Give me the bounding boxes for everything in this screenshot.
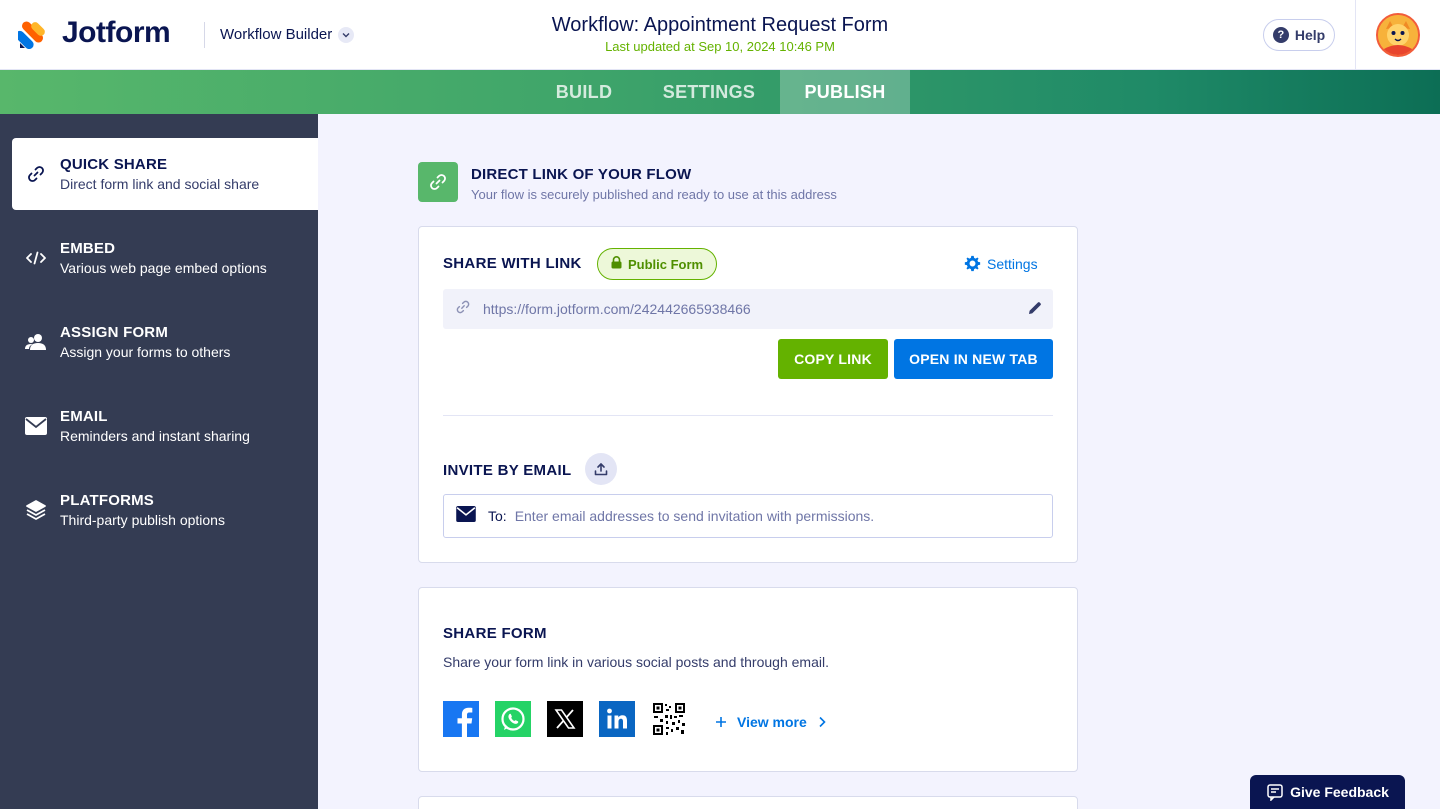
header-divider-right [1355,0,1356,70]
layers-icon [24,498,48,522]
users-icon [24,330,48,354]
upload-icon[interactable] [585,453,617,485]
linkedin-icon[interactable] [599,701,635,737]
give-feedback-label: Give Feedback [1290,784,1389,800]
view-more-button[interactable]: View more [715,714,827,730]
last-updated-text: Last updated at Sep 10, 2024 10:46 PM [605,39,835,54]
link-icon [24,162,48,186]
invite-by-email-label: INVITE BY EMAIL [443,462,572,479]
facebook-icon[interactable] [443,701,479,737]
link-badge-icon [418,162,458,202]
public-form-badge[interactable]: Public Form [597,248,718,280]
x-icon[interactable] [547,701,583,737]
avatar[interactable] [1376,13,1420,57]
give-feedback-button[interactable]: Give Feedback [1250,775,1405,809]
share-with-link-label: SHARE WITH LINK [443,255,582,272]
sidebar-item-desc: Reminders and instant sharing [60,428,250,444]
form-url-field[interactable]: https://form.jotform.com/242442665938466 [443,289,1053,329]
email-input[interactable] [514,508,1015,524]
invite-email-field[interactable]: To: [443,494,1053,538]
main-tab-bar: BUILD SETTINGS PUBLISH [0,70,1440,114]
sidebar-item-embed[interactable]: EMBED Various web page embed options [12,222,318,294]
sidebar-item-quick-share[interactable]: QUICK SHARE Direct form link and social … [12,138,318,210]
feedback-icon [1267,784,1283,801]
pencil-icon[interactable] [1027,300,1043,321]
form-url-text: https://form.jotform.com/242442665938466 [483,301,751,317]
whatsapp-icon[interactable] [495,701,531,737]
open-in-new-tab-button[interactable]: OPEN IN NEW TAB [894,339,1053,379]
section-divider [443,415,1053,416]
sidebar-item-desc: Direct form link and social share [60,176,260,192]
help-label: Help [1294,27,1326,43]
sidebar-item-assign-form[interactable]: ASSIGN FORM Assign your forms to others [12,306,318,378]
envelope-icon [456,505,476,527]
code-icon [24,246,48,270]
sidebar-item-platforms[interactable]: PLATFORMS Third-party publish options [12,474,318,546]
lock-icon [611,256,622,272]
share-form-description: Share your form link in various social p… [443,654,829,670]
sidebar-item-title: EMAIL [60,408,108,425]
public-form-label: Public Form [628,256,704,272]
tab-settings[interactable]: SETTINGS [638,70,780,114]
share-link-card: SHARE WITH LINK Public Form Settings htt… [418,226,1078,563]
question-icon: ? [1272,27,1289,43]
publish-sidebar: QUICK SHARE Direct form link and social … [0,114,318,809]
sidebar-item-title: QUICK SHARE [60,156,168,173]
sidebar-item-title: ASSIGN FORM [60,324,169,341]
direct-link-title: DIRECT LINK OF YOUR FLOW [471,166,692,183]
view-more-label: View more [737,714,807,730]
sidebar-item-desc: Various web page embed options [60,260,267,276]
sidebar-item-title: EMBED [60,240,116,257]
help-button[interactable]: ? Help [1263,19,1335,51]
copy-link-button[interactable]: COPY LINK [778,339,888,379]
envelope-icon [24,414,48,438]
plus-icon [716,717,726,727]
top-header: Jotform Workflow Builder Workflow: Appoi… [0,0,1440,70]
sidebar-item-desc: Third-party publish options [60,512,225,528]
sidebar-item-title: PLATFORMS [60,492,155,509]
next-card [418,796,1078,809]
sidebar-item-email[interactable]: EMAIL Reminders and instant sharing [12,390,318,462]
tab-publish[interactable]: PUBLISH [780,70,910,114]
chevron-right-icon [819,716,826,728]
to-label: To: [488,508,507,524]
tab-build[interactable]: BUILD [532,70,636,114]
gear-icon [964,255,981,272]
settings-label: Settings [987,255,1038,272]
link-icon [455,299,471,320]
qr-code-icon[interactable] [651,701,687,737]
share-form-label: SHARE FORM [443,625,547,642]
direct-link-subtitle: Your flow is securely published and read… [471,187,837,202]
link-settings-button[interactable]: Settings [964,255,1038,272]
workflow-title: Workflow: Appointment Request Form [551,14,889,36]
share-form-card: SHARE FORM Share your form link in vario… [418,587,1078,772]
sidebar-item-desc: Assign your forms to others [60,344,231,360]
